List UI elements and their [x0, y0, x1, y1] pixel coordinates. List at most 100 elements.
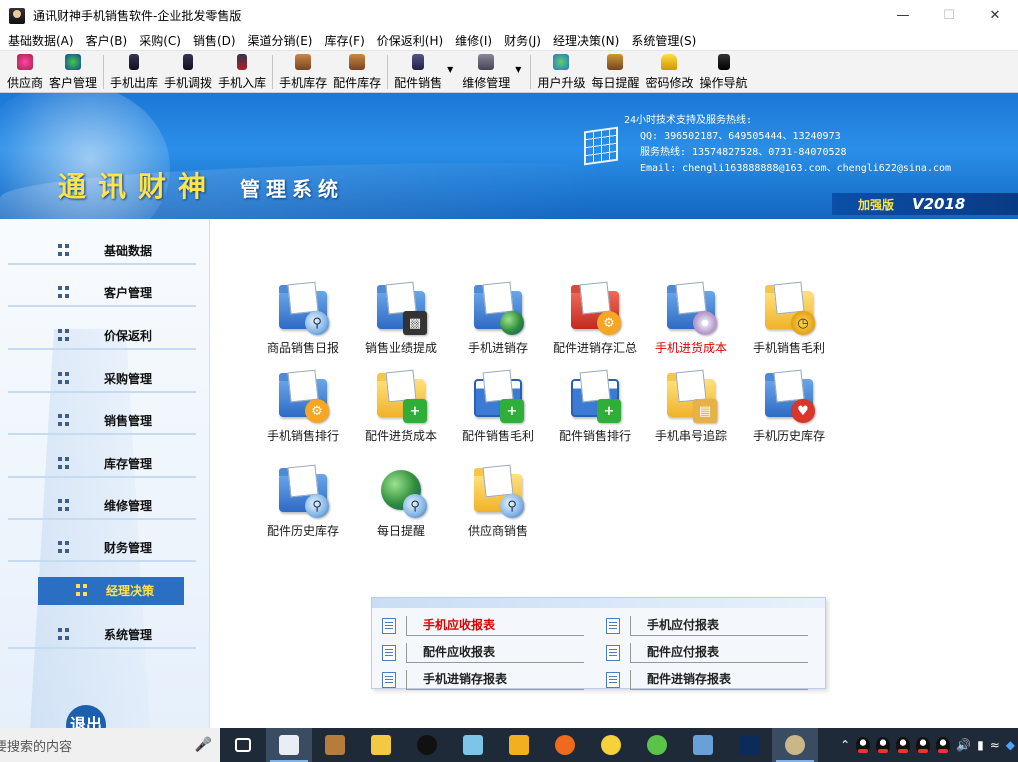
sidebar-item-2[interactable]: 价保返利: [8, 322, 196, 350]
sidebar-item-8[interactable]: 经理决策: [38, 577, 184, 605]
toolbar-phone-in-button[interactable]: 手机入库: [215, 51, 269, 91]
report-link[interactable]: 配件应付报表: [630, 643, 808, 663]
report-tile-2[interactable]: 手机进销存: [448, 281, 548, 356]
sidebar-item-3[interactable]: 采购管理: [8, 365, 196, 393]
report-link[interactable]: 手机应付报表: [630, 616, 808, 636]
menu-price-rebate[interactable]: 价保返利(H): [373, 32, 447, 49]
close-icon[interactable]: ✕: [972, 0, 1018, 31]
shield-icon[interactable]: ◆: [1006, 738, 1015, 752]
report-tile-10[interactable]: ▤ 手机串号追踪: [641, 369, 741, 444]
taskbar-app-qq[interactable]: [404, 728, 450, 762]
report-link[interactable]: 配件应收报表: [406, 643, 584, 663]
battery-icon[interactable]: ▮: [977, 738, 984, 752]
report-link-row: 配件应收报表: [382, 641, 584, 665]
report-tile-12[interactable]: ⚲ 配件历史库存: [253, 464, 353, 539]
menu-inventory[interactable]: 库存(F): [321, 32, 369, 49]
maximize-icon[interactable]: ☐: [926, 0, 972, 31]
toolbar-phone-out-button[interactable]: 手机出库: [107, 51, 161, 91]
chevron-down-icon[interactable]: ▼: [515, 65, 521, 74]
report-tile-label: 手机进货成本: [654, 341, 727, 355]
report-tile-3[interactable]: ⚙ 配件进销存汇总: [545, 281, 645, 356]
chevron-up-icon[interactable]: ⌃: [840, 738, 850, 752]
magnifier-icon: ⚲: [305, 311, 329, 335]
report-icon: ⚲: [275, 464, 331, 520]
report-tile-7[interactable]: + 配件进货成本: [351, 369, 451, 444]
toolbar-password-button[interactable]: 密码修改: [642, 51, 696, 91]
sidebar-item-0[interactable]: 基础数据: [8, 237, 196, 265]
menu-finance[interactable]: 财务(J): [500, 32, 545, 49]
toolbar-parts-sales-button[interactable]: 配件销售: [391, 51, 445, 91]
taskbar-app-money[interactable]: [772, 728, 818, 762]
report-tile-13[interactable]: ⚲ 每日提醒: [351, 464, 451, 539]
taskbar-app-photoshop[interactable]: [726, 728, 772, 762]
taskbar-app-sogou[interactable]: [588, 728, 634, 762]
toolbar-navigation-button[interactable]: 操作导航: [697, 51, 751, 91]
report-tile-8[interactable]: + 配件销售毛利: [448, 369, 548, 444]
menu-basic-data[interactable]: 基础数据(A): [4, 32, 78, 49]
film-icon: ▩: [403, 311, 427, 335]
toolbar-reminder-button[interactable]: 每日提醒: [588, 51, 642, 91]
version-label: V2018: [912, 195, 966, 213]
taskbar-search[interactable]: 要搜索的内容 🎤: [0, 728, 220, 762]
sidebar-item-1[interactable]: 客户管理: [8, 279, 196, 307]
qq-icon[interactable]: [936, 737, 951, 753]
report-link[interactable]: 手机进销存报表: [406, 670, 584, 690]
report-tile-5[interactable]: ◷ 手机销售毛利: [739, 281, 839, 356]
taskbar-app-task-view[interactable]: [220, 728, 266, 762]
report-icon: [663, 281, 719, 337]
report-tile-9[interactable]: + 配件销售排行: [545, 369, 645, 444]
photoshop-icon: [739, 735, 759, 755]
report-tile-0[interactable]: ⚲ 商品销售日报: [253, 281, 353, 356]
qq-icon[interactable]: [916, 737, 931, 753]
qq-icon[interactable]: [856, 737, 871, 753]
report-tile-4[interactable]: 手机进货成本: [641, 281, 741, 356]
cd-icon: [693, 311, 717, 335]
menu-customer[interactable]: 客户(B): [82, 32, 132, 49]
menu-system[interactable]: 系统管理(S): [627, 32, 700, 49]
taskbar-app-firefox[interactable]: [542, 728, 588, 762]
header-banner: 通讯财神 管理系统 24小时技术支持及服务热线: QQ: 396502187、6…: [0, 93, 1018, 219]
toolbar-upgrade-button[interactable]: 用户升级: [534, 51, 588, 91]
wifi-icon[interactable]: ≈: [990, 738, 1000, 752]
taskbar-app-wechat[interactable]: [634, 728, 680, 762]
report-tile-6[interactable]: ⚙ 手机销售排行: [253, 369, 353, 444]
report-tile-14[interactable]: ⚲ 供应商销售: [448, 464, 548, 539]
sidebar-item-7[interactable]: 财务管理: [8, 534, 196, 562]
report-icon: ▩: [373, 281, 429, 337]
qq-icon[interactable]: [876, 737, 891, 753]
report-tile-1[interactable]: ▩ 销售业绩提成: [351, 281, 451, 356]
report-tile-11[interactable]: ♥ 手机历史库存: [739, 369, 839, 444]
taskbar-app-folder[interactable]: [358, 728, 404, 762]
chevron-down-icon[interactable]: ▼: [447, 65, 453, 74]
sidebar-item-5[interactable]: 库存管理: [8, 450, 196, 478]
toolbar-phone-transfer-button[interactable]: 手机调拨: [161, 51, 215, 91]
microphone-icon[interactable]: 🎤: [195, 737, 212, 753]
document-icon: [675, 281, 707, 315]
report-tile-label: 手机历史库存: [752, 429, 825, 443]
toolbar-repair-button[interactable]: 维修管理: [459, 51, 513, 91]
taskbar-app-file[interactable]: [266, 728, 312, 762]
sidebar-item-6[interactable]: 维修管理: [8, 492, 196, 520]
taskbar-app-package[interactable]: [312, 728, 358, 762]
report-link[interactable]: 手机应收报表: [406, 616, 584, 636]
minimize-icon[interactable]: —: [880, 0, 926, 31]
menu-distribution[interactable]: 渠道分销(E): [244, 32, 317, 49]
report-document-icon: [606, 618, 620, 634]
toolbar-supplier-button[interactable]: 供应商: [4, 51, 46, 91]
qq-icon[interactable]: [896, 737, 911, 753]
menu-sales[interactable]: 销售(D): [189, 32, 240, 49]
toolbar-parts-stock-button[interactable]: 配件库存: [330, 51, 384, 91]
menu-purchase[interactable]: 采购(C): [135, 32, 185, 49]
toolbar-phone-stock-button[interactable]: 手机库存: [276, 51, 330, 91]
sidebar-item-9[interactable]: 系统管理: [8, 621, 196, 649]
menu-repair[interactable]: 维修(I): [451, 32, 496, 49]
volume-icon[interactable]: 🔊: [956, 738, 971, 752]
report-link[interactable]: 配件进销存报表: [630, 670, 808, 690]
sidebar-item-4[interactable]: 销售管理: [8, 407, 196, 435]
taskbar-app-notebook[interactable]: [450, 728, 496, 762]
taskbar-app-bus[interactable]: [496, 728, 542, 762]
menu-manager-decision[interactable]: 经理决策(N): [549, 32, 623, 49]
report-document-icon: [606, 645, 620, 661]
toolbar-customer-button[interactable]: 客户管理: [46, 51, 100, 91]
taskbar-app-photos[interactable]: [680, 728, 726, 762]
